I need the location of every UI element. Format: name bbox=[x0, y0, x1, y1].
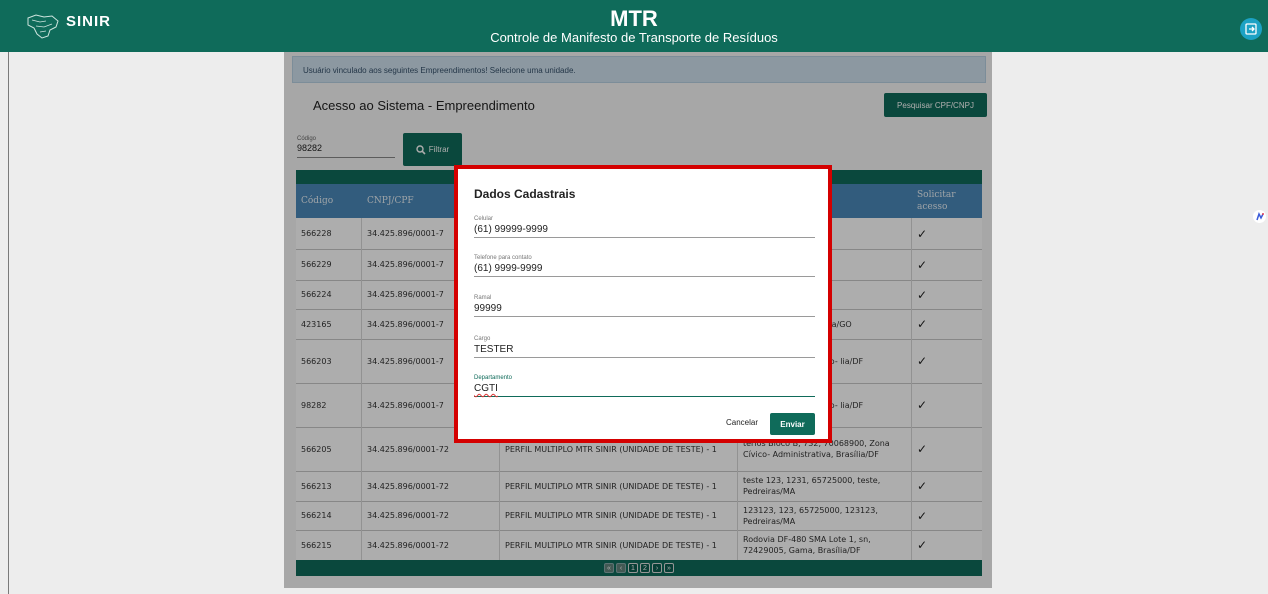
position-label: Cargo bbox=[474, 336, 491, 342]
logout-icon bbox=[1245, 23, 1257, 35]
extension-field[interactable]: Ramal 99999 bbox=[474, 294, 815, 317]
cellphone-value[interactable]: (61) 99999-9999 bbox=[474, 223, 815, 237]
registration-dialog: Dados Cadastrais Celular (61) 99999-9999… bbox=[454, 165, 832, 443]
dialog-title: Dados Cadastrais bbox=[474, 187, 576, 201]
app-title-main: MTR bbox=[610, 6, 658, 31]
app-title-sub: Controle de Manifesto de Transporte de R… bbox=[490, 30, 778, 45]
extension-logo-icon bbox=[1255, 211, 1264, 220]
extension-icon[interactable] bbox=[1253, 210, 1266, 223]
extension-label: Ramal bbox=[474, 295, 492, 301]
left-divider bbox=[8, 52, 9, 594]
cellphone-field[interactable]: Celular (61) 99999-9999 bbox=[474, 215, 815, 238]
department-value[interactable]: CGTI bbox=[474, 382, 815, 396]
logout-button[interactable] bbox=[1240, 18, 1262, 40]
send-button[interactable]: Enviar bbox=[770, 413, 815, 435]
department-label: Departamento bbox=[474, 375, 513, 381]
phone-value[interactable]: (61) 9999-9999 bbox=[474, 262, 815, 276]
department-field[interactable]: Departamento CGTI bbox=[474, 374, 815, 397]
top-bar: SINIR MTR Controle de Manifesto de Trans… bbox=[0, 0, 1268, 52]
cellphone-label: Celular bbox=[474, 216, 494, 222]
position-value[interactable]: TESTER bbox=[474, 343, 815, 357]
cancel-button[interactable]: Cancelar bbox=[726, 418, 758, 427]
phone-field[interactable]: Telefone para contato (61) 9999-9999 bbox=[474, 254, 815, 277]
position-field[interactable]: Cargo TESTER bbox=[474, 335, 815, 358]
phone-label: Telefone para contato bbox=[474, 255, 532, 261]
extension-value[interactable]: 99999 bbox=[474, 302, 815, 316]
app-title: MTR Controle de Manifesto de Transporte … bbox=[0, 8, 1268, 46]
